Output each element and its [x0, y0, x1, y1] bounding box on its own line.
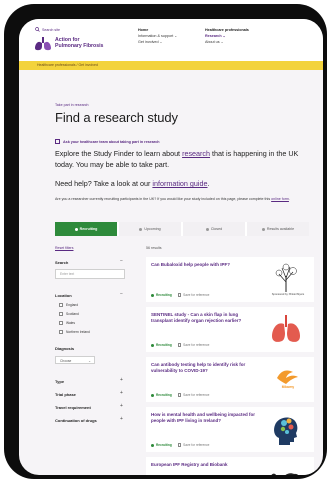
tablet-frame: Search site Action for Pulmonary Fibrosi…: [4, 4, 327, 479]
study-title[interactable]: European IPF Registry and Biobank: [151, 462, 259, 468]
nav-column-secondary: Healthcare professionals Research ⌄ Abou…: [205, 27, 249, 46]
diagnosis-select[interactable]: Choose ⌄: [55, 356, 95, 364]
tab-closed[interactable]: Closed: [183, 222, 245, 236]
banner-text[interactable]: Healthcare professionals / Get involved: [37, 63, 98, 67]
study-card[interactable]: Can Bubaloxid help people with IPF? Recr…: [146, 257, 314, 302]
recruiting-status: Recruiting: [151, 393, 172, 397]
europe-map-icon: [263, 462, 309, 475]
information-guide-link[interactable]: information guide: [152, 179, 207, 188]
study-meta: Recruiting Save for reference: [151, 443, 209, 447]
save-study-button[interactable]: Save for reference: [177, 443, 209, 447]
study-card[interactable]: How is mental health and wellbeing impac…: [146, 407, 314, 452]
study-card[interactable]: European IPF Registry and Biobank: [146, 457, 314, 475]
closed-dot-icon: [205, 227, 209, 231]
location-option[interactable]: Wales: [59, 321, 75, 325]
logo-text: Action for Pulmonary Fibrosis: [55, 37, 125, 50]
research-link[interactable]: research: [182, 149, 210, 158]
online-form-link[interactable]: online form: [271, 197, 289, 201]
breadcrumb[interactable]: Take part in research: [55, 103, 89, 107]
checkbox-icon: [59, 303, 63, 307]
status-dot-icon: [151, 443, 154, 447]
sponsor-caption: Sponsored by: Bristol Myers: [271, 293, 305, 296]
lungs-logo-icon: [35, 37, 51, 51]
bookmark-icon: [177, 293, 182, 297]
study-title[interactable]: How is mental health and wellbeing impac…: [151, 412, 259, 424]
ask-healthcare-team-link[interactable]: Ask your healthcare team about taking pa…: [55, 139, 160, 144]
screen: Search site Action for Pulmonary Fibrosi…: [19, 19, 323, 475]
trial-phase-filter[interactable]: Trial phase: [55, 392, 76, 397]
type-filter[interactable]: Type: [55, 379, 64, 384]
bookmark-icon: [177, 343, 182, 347]
page-title: Find a research study: [55, 110, 178, 125]
location-option[interactable]: England: [59, 303, 78, 307]
recruiting-status: Recruiting: [151, 343, 172, 347]
bird-logo-icon: [263, 362, 309, 397]
study-card[interactable]: SENTINEL study - Can a skin flap in lung…: [146, 307, 314, 352]
upcoming-dot-icon: [139, 227, 143, 231]
expand-icon[interactable]: +: [120, 416, 123, 422]
status-dot-icon: [151, 293, 154, 297]
logo-line-2: Pulmonary Fibrosis: [55, 43, 104, 49]
checkbox-icon: [59, 312, 63, 316]
ask-link-label: Ask your healthcare team about taking pa…: [63, 139, 160, 144]
nav-get-involved[interactable]: Get involved ⌄: [138, 39, 177, 45]
status-dot-icon: [151, 393, 154, 397]
study-card[interactable]: Can antibody testing help to identify ri…: [146, 357, 314, 402]
tree-illustration-icon: [263, 262, 309, 297]
tab-upcoming[interactable]: Upcoming: [119, 222, 181, 236]
search-site-link[interactable]: Search site: [35, 27, 60, 32]
study-title[interactable]: Can Bubaloxid help people with IPF?: [151, 262, 259, 268]
location-option[interactable]: Northern Ireland: [59, 330, 90, 334]
recruiting-dot-icon: [74, 227, 78, 231]
diagnosis-filter-label: Diagnosis: [55, 346, 75, 351]
location-filter-label: Location: [55, 293, 72, 298]
checkbox-icon: [59, 330, 63, 334]
continuation-of-drugs-filter[interactable]: Continuation of drugs: [55, 418, 97, 423]
head-illustration-icon: [263, 412, 309, 447]
researcher-note: Are you a researcher currently recruitin…: [55, 197, 290, 201]
site-header: Search site Action for Pulmonary Fibrosi…: [19, 19, 323, 61]
search-link-label: Search site: [42, 27, 60, 32]
study-title[interactable]: Can antibody testing help to identify ri…: [151, 362, 259, 374]
lungs-illustration-icon: [263, 312, 309, 347]
external-link-icon: [55, 139, 60, 144]
results-dot-icon: [261, 227, 265, 231]
nav-about-us[interactable]: About us ⌄: [205, 39, 249, 45]
save-study-button[interactable]: Save for reference: [177, 343, 209, 347]
travel-requirement-filter[interactable]: Travel requirement: [55, 405, 91, 410]
result-count: 56 results: [146, 246, 162, 250]
site-logo[interactable]: Action for Pulmonary Fibrosis: [34, 37, 125, 51]
collapse-icon[interactable]: −: [120, 291, 123, 297]
study-title[interactable]: SENTINEL study - Can a skin flap in lung…: [151, 312, 259, 324]
study-meta: Recruiting Save for reference: [151, 393, 209, 397]
checkbox-icon: [59, 321, 63, 325]
bookmark-icon: [177, 443, 182, 447]
tab-results-available[interactable]: Results available: [247, 222, 309, 236]
intro-paragraph: Explore the Study Finder to learn about …: [55, 149, 299, 169]
tab-recruiting[interactable]: Recruiting: [55, 222, 117, 236]
location-option[interactable]: Scotland: [59, 312, 79, 316]
expand-icon[interactable]: +: [120, 403, 123, 409]
recruiting-status: Recruiting: [151, 293, 172, 297]
search-filter-label: Search: [55, 260, 69, 265]
expand-icon[interactable]: +: [120, 390, 123, 396]
collapse-icon[interactable]: −: [120, 258, 123, 264]
reset-filters-link[interactable]: Reset filters: [55, 246, 73, 250]
nav-column-primary: Home Information & support ⌄ Get involve…: [138, 27, 177, 46]
search-input[interactable]: [55, 269, 125, 279]
study-meta: Recruiting Save for reference: [151, 293, 209, 297]
announcement-banner: Healthcare professionals / Get involved: [19, 61, 323, 70]
search-icon: [35, 27, 40, 32]
save-study-button[interactable]: Save for reference: [177, 293, 209, 297]
bookmark-icon: [177, 393, 182, 397]
chevron-down-icon: ⌄: [88, 358, 91, 363]
help-paragraph: Need help? Take a look at our informatio…: [55, 179, 210, 188]
logo-caption: Milawny: [281, 385, 295, 389]
recruiting-status: Recruiting: [151, 443, 172, 447]
study-meta: Recruiting Save for reference: [151, 343, 209, 347]
save-study-button[interactable]: Save for reference: [177, 393, 209, 397]
status-dot-icon: [151, 343, 154, 347]
expand-icon[interactable]: +: [120, 377, 123, 383]
status-tabs: Recruiting Upcoming Closed Results avail…: [55, 222, 309, 236]
